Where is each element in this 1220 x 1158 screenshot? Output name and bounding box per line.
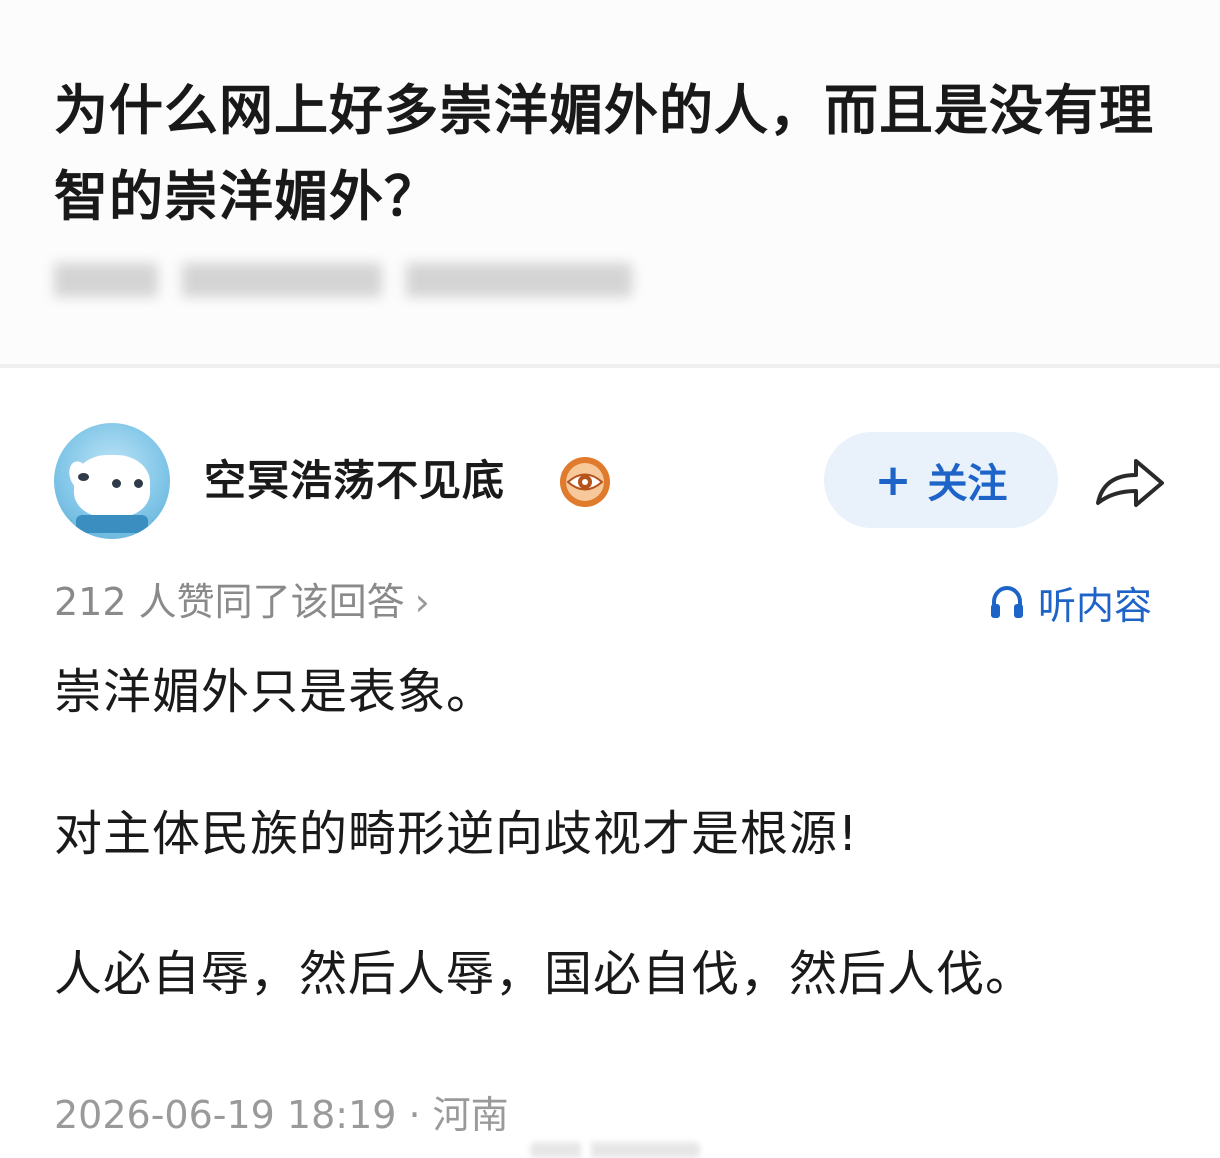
answer-paragraph: 对主体民族的畸形逆向歧视才是根源! bbox=[54, 806, 859, 862]
author-row: 空冥浩荡不见底 + 关注 bbox=[54, 423, 1174, 539]
eye-badge-icon bbox=[560, 457, 610, 507]
plus-icon: + bbox=[874, 454, 912, 506]
question-meta-blurred bbox=[54, 258, 694, 302]
chevron-right-icon: › bbox=[414, 580, 430, 624]
dog-eye-shape bbox=[134, 479, 143, 488]
section-divider bbox=[0, 364, 1220, 368]
dog-eye-shape bbox=[112, 479, 121, 488]
avatar[interactable] bbox=[54, 423, 170, 539]
votes-link[interactable]: 212 人赞同了该回答 › bbox=[54, 575, 430, 629]
question-title[interactable]: 为什么网上好多崇洋媚外的人，而且是没有理智的崇洋媚外？ bbox=[54, 68, 1174, 240]
answer-paragraph: 崇洋媚外只是表象。 bbox=[54, 664, 496, 720]
follow-button[interactable]: + 关注 bbox=[824, 432, 1058, 528]
answer-paragraph: 人必自辱，然后人辱，国必自伐，然后人伐。 bbox=[54, 946, 1035, 1002]
author-name[interactable]: 空冥浩荡不见底 bbox=[204, 453, 505, 509]
question-header: 为什么网上好多崇洋媚外的人，而且是没有理智的崇洋媚外？ bbox=[0, 0, 1220, 364]
dog-collar-shape bbox=[76, 515, 148, 533]
share-arrow-icon[interactable] bbox=[1092, 449, 1168, 513]
answer-timestamp-location: 2026-06-19 18:19 · 河南 bbox=[54, 1093, 509, 1137]
watermark bbox=[530, 1142, 700, 1158]
votes-text: 212 人赞同了该回答 bbox=[54, 580, 405, 624]
dog-nose-shape bbox=[78, 473, 89, 481]
follow-label: 关注 bbox=[927, 461, 1008, 507]
headphones-icon bbox=[991, 585, 1023, 618]
listen-label: 听内容 bbox=[1038, 583, 1153, 628]
listen-button[interactable]: 听内容 bbox=[988, 575, 1152, 629]
